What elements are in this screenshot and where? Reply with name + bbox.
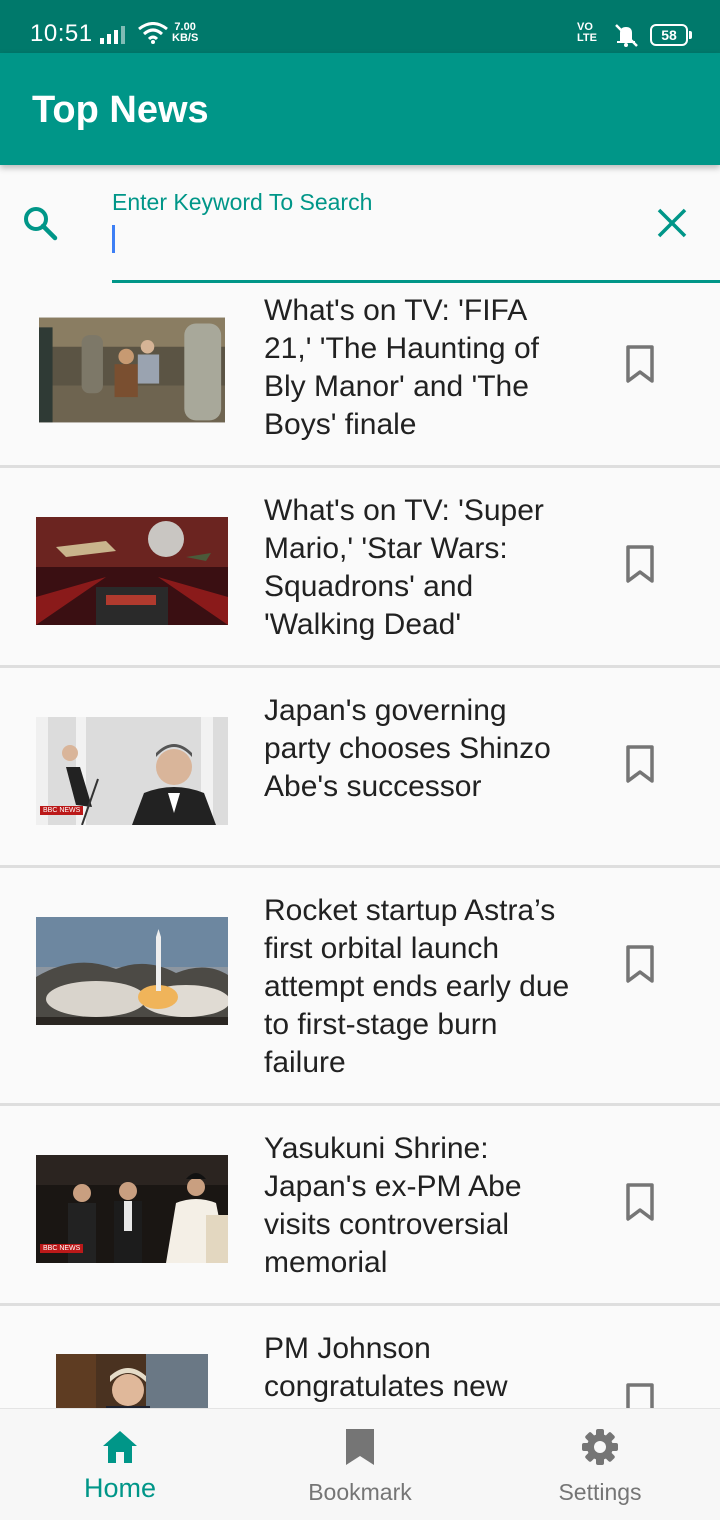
text-cursor [112, 225, 115, 253]
news-title: Yasukuni Shrine: Japan's ex-PM Abe visit… [264, 1132, 522, 1279]
search-bar: Enter Keyword To Search [0, 165, 720, 285]
nav-bookmark[interactable]: Bookmark [240, 1409, 480, 1520]
news-source-badge: BBC NEWS [40, 806, 84, 815]
volte-indicator: VO LTE [577, 21, 597, 44]
news-title: PM Johnson congratulates new [264, 1332, 508, 1403]
news-item[interactable]: What's on TV: 'FIFA 21,' 'The Haunting o… [0, 288, 720, 468]
news-item[interactable]: PM Johnson congratulates new [0, 1306, 720, 1408]
news-item[interactable]: BBC NEWS Yasukuni Shrine: Japan's ex-PM … [0, 1106, 720, 1306]
gear-icon [582, 1429, 618, 1465]
news-item[interactable]: BBC NEWS Japan's governing party chooses… [0, 668, 720, 868]
news-source-badge: BBC NEWS [40, 1244, 84, 1253]
news-thumbnail[interactable] [56, 1354, 208, 1408]
status-bar: 10:51 7.00 KB/S VO LTE 58 [0, 0, 720, 53]
bottom-navigation: Home Bookmark Settings [0, 1408, 720, 1520]
bookmark-icon[interactable] [624, 744, 656, 784]
news-thumbnail[interactable]: BBC NEWS [36, 717, 228, 825]
vibrate-off-icon [615, 24, 638, 47]
news-thumbnail[interactable] [39, 316, 225, 424]
nav-bookmark-label: Bookmark [308, 1479, 412, 1505]
status-time: 10:51 [30, 20, 93, 47]
wifi-icon [138, 22, 168, 44]
bookmark-icon[interactable] [624, 1182, 656, 1222]
bookmark-icon [346, 1429, 374, 1465]
bookmark-icon[interactable] [624, 344, 656, 384]
search-input[interactable] [118, 221, 618, 255]
close-icon[interactable] [652, 203, 692, 243]
nav-home-label: Home [83, 1473, 157, 1503]
news-title: What's on TV: 'Super Mario,' 'Star Wars:… [264, 494, 544, 641]
search-icon[interactable] [20, 203, 60, 243]
bookmark-icon[interactable] [624, 1382, 656, 1408]
nav-home[interactable]: Home [0, 1409, 240, 1520]
news-title: Rocket startup Astra’s first orbital lau… [264, 894, 570, 1079]
home-icon [103, 1431, 137, 1463]
bookmark-icon[interactable] [624, 944, 656, 984]
net-speed: 7.00 KB/S [172, 21, 199, 44]
battery-indicator: 58 [650, 24, 692, 46]
search-underline [112, 280, 720, 283]
signal-icon [100, 26, 125, 44]
news-title: What's on TV: 'FIFA 21,' 'The Haunting o… [264, 294, 539, 441]
app-bar: Top News [0, 53, 720, 165]
news-thumbnail[interactable]: BBC NEWS [36, 1155, 228, 1263]
page-title: Top News [32, 89, 209, 131]
bookmark-icon[interactable] [624, 544, 656, 584]
news-thumbnail[interactable] [36, 517, 228, 625]
news-item[interactable]: Rocket startup Astra’s first orbital lau… [0, 868, 720, 1106]
news-list: What's on TV: 'FIFA 21,' 'The Haunting o… [0, 288, 720, 1408]
nav-settings[interactable]: Settings [480, 1409, 720, 1520]
news-thumbnail[interactable] [36, 917, 228, 1025]
news-title: Japan's governing party chooses Shinzo A… [264, 694, 551, 803]
news-item[interactable]: What's on TV: 'Super Mario,' 'Star Wars:… [0, 468, 720, 668]
nav-settings-label: Settings [558, 1479, 642, 1505]
search-label: Enter Keyword To Search [112, 189, 373, 215]
